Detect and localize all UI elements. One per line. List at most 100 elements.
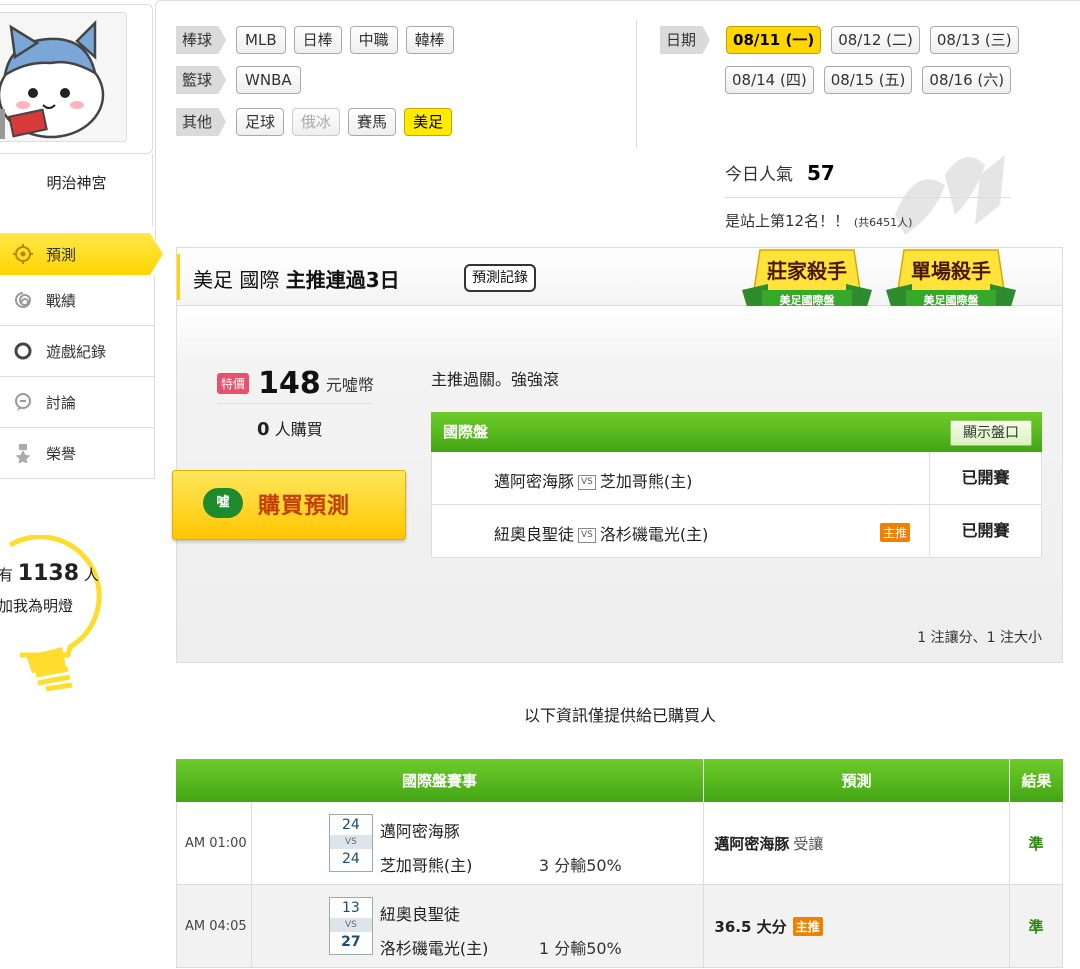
buy-label: 購買預測 bbox=[258, 494, 351, 519]
tag-horse-racing[interactable]: 賽馬 bbox=[348, 108, 397, 136]
date-0811[interactable]: 08/11 (一) bbox=[726, 26, 822, 54]
column-header: 結果 bbox=[1021, 772, 1052, 790]
fan-label: 加我為明燈 bbox=[0, 597, 74, 615]
target-icon bbox=[12, 243, 34, 265]
card-header: 美足 國際 主推連過3日 預測記錄 莊家殺手 美足國際盤 單場殺手 美足國際盤 bbox=[177, 248, 1062, 310]
tag-cpbl[interactable]: 中職 bbox=[349, 26, 398, 54]
matchup: 邁阿密海豚 VS 芝加哥熊(主) bbox=[494, 472, 693, 491]
game-cell: 24 VS 24 邁阿密海豚 芝加哥熊(主) 3 分輸50% bbox=[252, 802, 705, 884]
results-table: 國際盤賽事 預測 結果 AM 01:00 24 VS 24 邁阿密海豚 芝加哥熊… bbox=[176, 759, 1063, 968]
away-team: 紐奧良聖徒 bbox=[379, 905, 460, 924]
spread-result: 1 分輸50% bbox=[538, 939, 622, 958]
svg-text:莊家殺手: 莊家殺手 bbox=[767, 259, 847, 283]
international-odds-table: 國際盤 顯示盤口 邁阿密海豚 VS 芝加哥熊(主) 已開賽 紐奧良聖徒 VS 洛杉磯電光… bbox=[431, 412, 1042, 558]
prediction-card: 美足 國際 主推連過3日 預測記錄 莊家殺手 美足國際盤 單場殺手 美足國際盤 bbox=[176, 247, 1063, 663]
home-team: 芝加哥熊(主) bbox=[379, 856, 473, 875]
sidebar-item-label: 討論 bbox=[46, 393, 77, 412]
divider bbox=[217, 403, 372, 404]
prediction-record-button[interactable]: 預測記錄 bbox=[464, 264, 536, 292]
swirl-icon bbox=[12, 289, 34, 311]
cat-avatar-icon bbox=[0, 13, 126, 141]
tag-nfl[interactable]: 美足 bbox=[404, 108, 453, 136]
table-row: AM 04:05 13 VS 27 紐奧良聖徒 洛杉磯電光(主) 1 分輸50%… bbox=[176, 885, 1063, 968]
category-label: 其他 bbox=[176, 108, 227, 136]
sidebar-item-label: 遊戲紀錄 bbox=[46, 342, 107, 361]
tag-npb[interactable]: 日棒 bbox=[293, 26, 342, 54]
sidebar-item-predict[interactable]: 預測 bbox=[0, 233, 163, 275]
sidebar-item-label: 預測 bbox=[46, 245, 77, 264]
result-cell: 準 bbox=[1028, 834, 1044, 853]
tag-mlb[interactable]: MLB bbox=[236, 26, 286, 54]
table-header: 國際盤賽事 預測 結果 bbox=[176, 759, 1063, 802]
table-header: 國際盤 顯示盤口 bbox=[431, 412, 1042, 452]
score-box: 13 VS 27 bbox=[328, 897, 373, 955]
spread-result: 3 分輸50% bbox=[538, 856, 622, 875]
circle-icon bbox=[12, 340, 34, 362]
purchaser-note: 以下資訊僅提供給已購買人 bbox=[523, 706, 716, 725]
tag-soccer[interactable]: 足球 bbox=[236, 108, 285, 136]
main-pick-badge: 主推 bbox=[792, 916, 823, 936]
filter-row-baseball: 棒球 MLB 日棒 中職 韓棒 bbox=[176, 26, 454, 54]
sidebar-item-record[interactable]: 戰績 bbox=[0, 275, 155, 326]
result-cell: 準 bbox=[1028, 917, 1044, 936]
avatar[interactable] bbox=[0, 12, 127, 142]
date-0813[interactable]: 08/13 (三) bbox=[929, 26, 1019, 54]
table-row: 邁阿密海豚 VS 芝加哥熊(主) 已開賽 bbox=[431, 452, 1042, 505]
matchup: 紐奧良聖徒 VS 洛杉磯電光(主) bbox=[494, 525, 709, 544]
username: 明治神宮 bbox=[46, 174, 107, 192]
coin-icon: 噓 bbox=[203, 488, 243, 518]
popularity: 今日人氣 57 bbox=[725, 161, 835, 185]
sidebar-item-game-log[interactable]: 遊戲紀錄 bbox=[0, 326, 155, 377]
date-0816[interactable]: 08/16 (六) bbox=[922, 66, 1012, 94]
date-row-1: 日期 08/11 (一) 08/12 (二) 08/13 (三) bbox=[660, 26, 1019, 54]
category-label: 籃球 bbox=[176, 66, 227, 94]
filter-row-basketball: 籃球 WNBA bbox=[176, 66, 301, 94]
main-pick-badge: 主推 bbox=[880, 523, 911, 542]
tag-kbo[interactable]: 韓棒 bbox=[405, 26, 454, 54]
score-box: 24 VS 24 bbox=[328, 814, 373, 872]
date-row-2: 08/14 (四) 08/15 (五) 08/16 (六) bbox=[725, 66, 1012, 94]
price: 特價 148 元噓幣 bbox=[217, 366, 374, 401]
column-header: 預測 bbox=[704, 759, 1010, 802]
game-status: 已開賽 bbox=[929, 505, 1041, 556]
away-team: 邁阿密海豚 bbox=[379, 822, 460, 841]
card-title: 美足 國際 主推連過3日 bbox=[193, 268, 400, 292]
sidebar-item-label: 戰績 bbox=[46, 291, 77, 310]
divider bbox=[636, 20, 637, 148]
bet-summary: 1 注讓分、1 注大小 bbox=[917, 630, 1042, 646]
price-value: 148 bbox=[258, 366, 321, 401]
svg-text:美足國際盤: 美足國際盤 bbox=[924, 293, 980, 307]
date-0815[interactable]: 08/15 (五) bbox=[823, 66, 913, 94]
buyer-count: 0 人購買 bbox=[257, 419, 323, 440]
game-time: AM 01:00 bbox=[177, 802, 252, 884]
table-row: 紐奧良聖徒 VS 洛杉磯電光(主) 主推 已開賽 bbox=[431, 505, 1042, 558]
buy-prediction-button[interactable]: 噓 購買預測 bbox=[172, 470, 406, 540]
accent-bar bbox=[177, 254, 180, 300]
tag-khl[interactable]: 俄冰 bbox=[292, 108, 341, 136]
date-0814[interactable]: 08/14 (四) bbox=[725, 66, 814, 94]
svg-text:美足國際盤: 美足國際盤 bbox=[780, 293, 836, 307]
svg-text:單場殺手: 單場殺手 bbox=[911, 259, 991, 283]
fan-count: 有 1138 人 bbox=[0, 561, 99, 586]
date-0812[interactable]: 08/12 (二) bbox=[831, 26, 920, 54]
game-cell: 13 VS 27 紐奧良聖徒 洛杉磯電光(主) 1 分輸50% bbox=[252, 885, 705, 967]
prediction-cell: 36.5 大分 主推 bbox=[704, 885, 1011, 967]
tag-wnba[interactable]: WNBA bbox=[236, 66, 301, 94]
divider bbox=[725, 197, 1010, 198]
date-label: 日期 bbox=[660, 26, 711, 54]
rank-text: 是站上第12名！！ (共6451人) bbox=[725, 212, 913, 230]
table-row: AM 01:00 24 VS 24 邁阿密海豚 芝加哥熊(主) 3 分輸50% … bbox=[176, 802, 1063, 885]
home-team: 洛杉磯電光(主) bbox=[379, 939, 489, 958]
category-label: 棒球 bbox=[176, 26, 227, 54]
column-header: 國際盤賽事 bbox=[176, 759, 704, 802]
game-status: 已開賽 bbox=[929, 452, 1041, 503]
medal-icon bbox=[12, 442, 34, 464]
sidebar-item-honor[interactable]: 榮譽 bbox=[0, 428, 155, 479]
show-odds-button[interactable]: 顯示盤口 bbox=[950, 420, 1032, 446]
sidebar-item-label: 榮譽 bbox=[46, 444, 77, 463]
sidebar-item-discuss[interactable]: 討論 bbox=[0, 377, 155, 428]
sidebar-menu: 預測 戰績 遊戲紀錄 討論 榮譽 bbox=[0, 233, 163, 479]
prediction-description: 主推過關。強強滾 bbox=[431, 370, 560, 389]
game-time: AM 04:05 bbox=[177, 885, 252, 967]
price-unit: 元噓幣 bbox=[325, 375, 374, 395]
